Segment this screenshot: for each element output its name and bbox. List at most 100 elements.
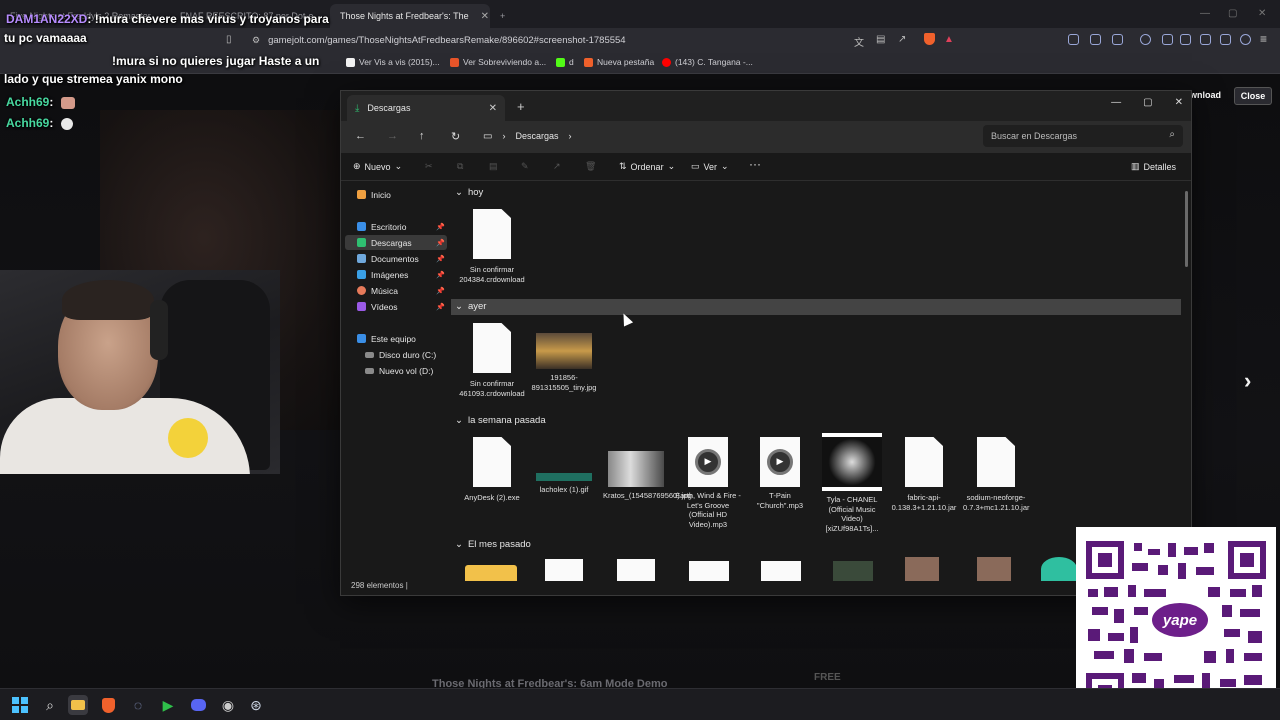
- back-icon[interactable]: ←: [355, 130, 366, 142]
- file-item[interactable]: ▶ Earth, Wind & Fire - Let's Groove (Offi…: [675, 437, 741, 529]
- next-screenshot-arrow[interactable]: ›: [1244, 368, 1251, 394]
- brave-rewards-icon[interactable]: ▲: [944, 34, 954, 45]
- view-button[interactable]: ▭ Ver ⌄: [691, 161, 729, 172]
- file-item[interactable]: ▶ T-Pain "Church".mp3: [747, 437, 813, 510]
- menu-icon[interactable]: ≡: [1260, 32, 1267, 46]
- sidebar-icon[interactable]: [1180, 34, 1191, 45]
- search-input[interactable]: Buscar en Descargas ⌕: [983, 125, 1183, 147]
- brave-browser-icon[interactable]: [98, 695, 118, 715]
- file-icon[interactable]: [545, 559, 583, 581]
- wallet-icon[interactable]: [1200, 34, 1211, 45]
- file-item[interactable]: Tyla - CHANEL (Official Music Video) [xi…: [819, 433, 885, 533]
- file-icon[interactable]: [617, 559, 655, 581]
- bookmark-item[interactable]: Nueva pestaña: [584, 57, 654, 67]
- file-item[interactable]: lacholex (1).gif: [531, 473, 597, 495]
- sidebar-item-documentos[interactable]: Documentos 📌: [345, 251, 447, 266]
- media-player-icon[interactable]: ▶: [158, 695, 178, 715]
- file-item[interactable]: fabric-api-0.138.3+1.21.10.jar: [891, 437, 957, 512]
- image-thumbnail[interactable]: [977, 557, 1011, 581]
- file-item[interactable]: 191856-891315505_tiny.jpg: [531, 333, 597, 392]
- bookmark-item[interactable]: Ver Vis a vis (2015)...: [346, 57, 440, 67]
- close-lightbox-button[interactable]: Close: [1234, 87, 1272, 105]
- windows-start-icon[interactable]: [10, 695, 30, 715]
- brave-shield-icon[interactable]: [924, 33, 935, 45]
- steam-icon[interactable]: ⊛: [246, 695, 266, 715]
- more-options-button[interactable]: ···: [749, 157, 761, 171]
- group-header-ayer[interactable]: ⌄ ayer: [455, 301, 486, 312]
- folder-icon[interactable]: [465, 565, 517, 581]
- group-header-mes[interactable]: ⌄ El mes pasado: [455, 539, 531, 550]
- app-icon[interactable]: ◉: [218, 695, 238, 715]
- image-thumbnail[interactable]: [833, 561, 873, 581]
- sidebar-item-musica[interactable]: Música 📌: [345, 283, 447, 298]
- bookmark-item[interactable]: (143) C. Tangana -...: [662, 57, 753, 67]
- bookmark-item[interactable]: Ver Sobreviviendo a...: [450, 57, 546, 67]
- file-explorer-icon[interactable]: [68, 695, 88, 715]
- file-item[interactable]: sodium-neoforge-0.7.3+mc1.21.10.jar: [963, 437, 1030, 512]
- close-tab-icon[interactable]: ✕: [481, 11, 489, 22]
- close-window-icon[interactable]: ✕: [1175, 97, 1183, 108]
- refresh-icon[interactable]: ↻: [451, 130, 460, 143]
- url-field[interactable]: ⚙ gamejolt.com/games/ThoseNightsAtFredbe…: [252, 32, 812, 48]
- cut-icon[interactable]: ✂: [425, 161, 433, 172]
- sidebar-item-imagenes[interactable]: Imágenes 📌: [345, 267, 447, 282]
- extension-icon[interactable]: [1090, 34, 1101, 45]
- new-tab-icon[interactable]: +: [517, 99, 525, 114]
- opera-gx-icon[interactable]: ◌: [128, 695, 148, 715]
- sidebar-item-disco-c[interactable]: Disco duro (C:): [345, 347, 447, 362]
- new-tab-button[interactable]: +: [490, 4, 514, 28]
- sidebar-item-videos[interactable]: Vídeos 📌: [345, 299, 447, 314]
- breadcrumb[interactable]: ▭ › Descargas ›: [477, 125, 975, 147]
- vpn-icon[interactable]: [1240, 34, 1251, 45]
- close-window-icon[interactable]: ✕: [1258, 8, 1266, 19]
- breadcrumb-item[interactable]: Descargas: [515, 131, 558, 141]
- file-item[interactable]: Sin confirmar 461093.crdownload: [459, 323, 525, 398]
- discord-icon[interactable]: [188, 695, 208, 715]
- file-item[interactable]: Kratos_(15458769560).jpg: [603, 451, 692, 501]
- scrollbar[interactable]: [1185, 191, 1188, 267]
- image-thumbnail[interactable]: [1041, 557, 1077, 581]
- file-icon[interactable]: [689, 561, 729, 581]
- delete-icon[interactable]: 🗑: [585, 161, 596, 172]
- extension-icon[interactable]: [1112, 34, 1123, 45]
- group-header-semana[interactable]: ⌄ la semana pasada: [455, 415, 546, 426]
- close-tab-icon[interactable]: ✕: [489, 103, 497, 114]
- bookmark-item[interactable]: d: [556, 57, 574, 67]
- sidebar-item-inicio[interactable]: Inicio: [345, 187, 447, 202]
- minimize-icon[interactable]: —: [1200, 8, 1210, 19]
- extension-icon[interactable]: [1220, 34, 1231, 45]
- sort-button[interactable]: ⇅ Ordenar ⌄: [619, 161, 675, 172]
- details-button[interactable]: ▥ Detalles: [1131, 161, 1176, 172]
- copy-icon[interactable]: ⧉: [457, 161, 463, 172]
- download-button-label[interactable]: wnload: [1190, 90, 1221, 100]
- minimize-icon[interactable]: —: [1111, 97, 1121, 108]
- reader-icon[interactable]: ▤: [876, 34, 885, 45]
- file-icon[interactable]: [761, 561, 801, 581]
- extension-icon[interactable]: [1162, 34, 1173, 45]
- maximize-icon[interactable]: ▢: [1228, 8, 1237, 19]
- group-header-hoy[interactable]: ⌄ hoy: [455, 187, 483, 198]
- download-icon[interactable]: [1140, 34, 1151, 45]
- maximize-icon[interactable]: ▢: [1143, 97, 1152, 108]
- new-button[interactable]: ⊕ Nuevo ⌄: [353, 161, 402, 172]
- forward-icon[interactable]: →: [387, 130, 398, 142]
- explorer-tab[interactable]: ⤓ Descargas ✕: [347, 95, 505, 121]
- file-item[interactable]: Sin confirmar 204384.crdownload: [459, 209, 525, 284]
- site-settings-icon[interactable]: ⚙: [252, 35, 260, 46]
- search-icon[interactable]: ⌕: [40, 695, 60, 715]
- rename-icon[interactable]: ✎: [521, 161, 529, 172]
- share-icon[interactable]: ↗: [898, 34, 906, 45]
- translate-icon[interactable]: 文: [854, 34, 864, 49]
- paste-icon[interactable]: ▤: [489, 161, 498, 172]
- image-thumbnail[interactable]: [905, 557, 939, 581]
- share-icon[interactable]: ↗: [553, 161, 561, 172]
- sidebar-item-este-equipo[interactable]: Este equipo: [345, 331, 447, 346]
- sidebar-item-descargas[interactable]: Descargas 📌: [345, 235, 447, 250]
- sidebar-item-escritorio[interactable]: Escritorio 📌: [345, 219, 447, 234]
- extension-icon[interactable]: [1068, 34, 1079, 45]
- browser-tab-active[interactable]: Those Nights at Fredbear's: The ✕: [330, 4, 490, 28]
- up-icon[interactable]: ↑: [419, 130, 425, 142]
- bookmark-icon[interactable]: ▯: [226, 34, 232, 45]
- sidebar-item-disco-d[interactable]: Nuevo vol (D:): [345, 363, 447, 378]
- file-item[interactable]: AnyDesk (2).exe: [459, 437, 525, 503]
